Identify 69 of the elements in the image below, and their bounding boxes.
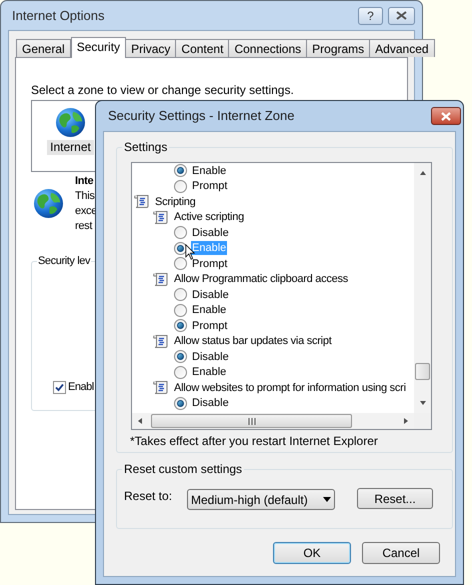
option-label[interactable]: Disable [191,288,230,302]
radio-button[interactable] [174,350,187,364]
tab[interactable]: General [16,39,71,57]
scroll-left-icon[interactable] [136,417,144,425]
option-label[interactable]: Enable [191,365,228,380]
scroll-thumb[interactable] [415,363,430,380]
globe-icon [33,188,64,219]
dialog-title: Security Settings - Internet Zone [107,107,294,126]
cancel-button[interactable]: Cancel [362,542,440,564]
tab[interactable]: Advanced [369,39,435,57]
zone-prompt: Select a zone to view or change security settings. [31,83,295,98]
close-icon [440,112,452,120]
tab[interactable]: Programs [306,39,370,57]
option-label[interactable]: Disable [191,226,230,240]
radio-button[interactable] [174,319,187,332]
window-title: Internet Options [11,6,104,25]
radio-button[interactable] [174,242,187,255]
setting-label[interactable]: Allow websites to prompt for information using scri [174,380,406,395]
tab[interactable]: Security [70,37,126,58]
zone-description: rest [75,219,94,234]
grip-icon [248,418,256,424]
zone-heading: Inte [75,174,94,189]
radio-button[interactable] [174,396,187,410]
reset-button[interactable]: Reset... [357,488,433,509]
scroll-right-icon[interactable] [402,417,410,425]
radio-button[interactable] [174,226,187,240]
close-button[interactable] [388,6,415,24]
checkbox-label: Enabl [68,380,94,395]
setting-label[interactable]: Allow Programmatic clipboard access [174,272,348,286]
option-label[interactable]: Prompt [191,179,228,194]
restart-note: *Takes effect after you restart Internet Explorer [130,434,379,449]
option-label[interactable]: Prompt [191,318,228,333]
group-label: Reset custom settings [122,462,244,477]
tab[interactable]: Content [175,39,230,57]
radio-button[interactable] [174,304,187,317]
reset-to-label: Reset to: [124,488,174,504]
group-label: Security lev [37,254,92,269]
reset-level-dropdown[interactable]: Medium-high (default) [187,489,335,510]
radio-button[interactable] [174,180,187,193]
checkbox[interactable] [53,381,66,394]
close-icon [396,11,407,20]
setting-label[interactable]: Active scripting [174,210,244,224]
radio-button[interactable] [174,366,187,379]
scroll-down-icon[interactable] [418,399,427,407]
option-label[interactable]: Disable [191,396,230,410]
radio-button[interactable] [174,164,187,178]
tab[interactable]: Connections [228,39,308,57]
close-button[interactable] [431,107,461,125]
tab[interactable]: Privacy [125,39,176,57]
radio-button[interactable] [174,257,187,270]
vertical-scrollbar[interactable] [414,163,431,413]
option-label[interactable]: Prompt [191,256,228,271]
check-icon [55,383,64,392]
scroll-up-icon[interactable] [418,169,427,177]
option-label[interactable]: Enable [191,164,228,178]
horizontal-scrollbar[interactable] [132,413,414,429]
radio-button[interactable] [174,288,187,302]
zone-item[interactable]: Internet [47,140,94,155]
ok-button[interactable]: OK [273,542,351,564]
scroll-thumb[interactable] [151,414,352,428]
caret-icon [323,497,331,502]
setting-label[interactable]: Allow status bar updates via script [174,334,332,348]
option-label[interactable]: Enable [191,303,228,318]
option-label[interactable]: Disable [191,350,230,364]
help-button[interactable]: ? [358,6,383,24]
category-label[interactable]: Scripting [155,194,196,209]
globe-icon [55,107,86,138]
zone-description: This [75,189,96,204]
group-label: Settings [122,140,170,155]
